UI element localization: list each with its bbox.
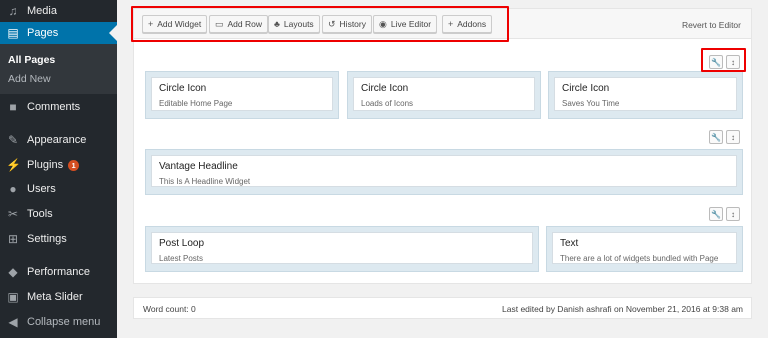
menu-pages-label: Pages bbox=[27, 27, 59, 39]
widget-title: Vantage Headline bbox=[159, 161, 238, 172]
widget-description: Saves You Time bbox=[562, 99, 620, 108]
move-icon[interactable]: ↕ bbox=[726, 130, 740, 144]
row-2-tools: 🔧 ↕ bbox=[709, 130, 740, 144]
row-1-cell-1: Circle Icon Editable Home Page bbox=[145, 71, 339, 119]
widget-title: Circle Icon bbox=[562, 83, 610, 94]
status-bar: Word count: 0 Last edited by Danish ashr… bbox=[133, 297, 752, 319]
widget-title: Circle Icon bbox=[159, 83, 207, 94]
settings-icon: ⊞ bbox=[7, 232, 19, 246]
media-icon: ♫ bbox=[8, 4, 18, 18]
widget-post-loop[interactable]: Post Loop Latest Posts bbox=[151, 232, 533, 264]
menu-meta-slider[interactable]: ▣ Meta Slider bbox=[0, 286, 117, 308]
menu-pages[interactable]: ▤ Pages bbox=[0, 22, 117, 44]
tools-icon: ✂ bbox=[7, 207, 19, 221]
menu-plugins[interactable]: ⚡ Plugins 1 bbox=[0, 154, 117, 176]
revert-to-editor-link[interactable]: Revert to Editor bbox=[682, 20, 741, 30]
word-count: Word count: 0 bbox=[143, 304, 196, 314]
wrench-icon[interactable]: 🔧 bbox=[709, 207, 723, 221]
meta-slider-icon: ▣ bbox=[7, 290, 19, 304]
appearance-icon: ✎ bbox=[7, 133, 19, 147]
row-3-cell-2: Text There are a lot of widgets bundled … bbox=[546, 226, 743, 272]
plugins-icon: ⚡ bbox=[6, 158, 21, 172]
widget-description: Loads of Icons bbox=[361, 99, 414, 108]
pages-icon: ▤ bbox=[7, 26, 19, 40]
admin-sidebar: ♫ Media ▤ Pages All Pages Add New ■ Comm… bbox=[0, 0, 117, 338]
wrench-icon[interactable]: 🔧 bbox=[709, 130, 723, 144]
widget-text[interactable]: Text There are a lot of widgets bundled … bbox=[552, 232, 737, 264]
menu-users-label: Users bbox=[27, 183, 56, 195]
menu-media[interactable]: ♫ Media bbox=[0, 0, 117, 22]
row-2-cell-1: Vantage Headline This Is A Headline Widg… bbox=[145, 149, 743, 195]
plugins-update-badge: 1 bbox=[68, 159, 80, 171]
last-edited: Last edited by Danish ashrafi on Novembe… bbox=[502, 304, 743, 314]
menu-collapse-label: Collapse menu bbox=[27, 316, 101, 328]
menu-users[interactable]: ● Users bbox=[0, 178, 117, 200]
row-tools-highlight bbox=[701, 48, 746, 72]
menu-tools-label: Tools bbox=[27, 208, 53, 220]
widget-circle-icon-1[interactable]: Circle Icon Editable Home Page bbox=[151, 77, 333, 111]
menu-tools[interactable]: ✂ Tools bbox=[0, 203, 117, 225]
row-1-cell-2: Circle Icon Loads of Icons bbox=[347, 71, 541, 119]
widget-description: There are a lot of widgets bundled with … bbox=[560, 254, 719, 263]
row-3-cell-1: Post Loop Latest Posts bbox=[145, 226, 539, 272]
widget-title: Text bbox=[560, 238, 579, 249]
page-builder: + Add Widget ▭ Add Row ♣ Layouts ↺ Histo… bbox=[133, 8, 752, 284]
performance-icon: ◆ bbox=[8, 265, 18, 279]
row-1-cell-3: Circle Icon Saves You Time bbox=[548, 71, 743, 119]
menu-comments[interactable]: ■ Comments bbox=[0, 96, 117, 118]
comments-icon: ■ bbox=[9, 100, 17, 114]
collapse-icon: ◀ bbox=[8, 315, 18, 329]
pages-submenu: All Pages Add New bbox=[0, 44, 117, 94]
menu-collapse[interactable]: ◀ Collapse menu bbox=[0, 311, 117, 333]
widget-title: Circle Icon bbox=[361, 83, 409, 94]
menu-appearance-label: Appearance bbox=[27, 134, 87, 146]
users-icon: ● bbox=[9, 182, 17, 196]
menu-settings[interactable]: ⊞ Settings bbox=[0, 228, 117, 250]
widget-circle-icon-3[interactable]: Circle Icon Saves You Time bbox=[554, 77, 737, 111]
move-icon[interactable]: ↕ bbox=[726, 207, 740, 221]
menu-media-label: Media bbox=[27, 5, 57, 17]
menu-appearance[interactable]: ✎ Appearance bbox=[0, 129, 117, 151]
menu-plugins-label: Plugins bbox=[27, 159, 64, 171]
widget-description: Latest Posts bbox=[159, 254, 204, 263]
widget-description: This Is A Headline Widget bbox=[159, 177, 251, 186]
menu-performance-label: Performance bbox=[27, 266, 90, 278]
submenu-all-pages[interactable]: All Pages bbox=[8, 54, 55, 66]
toolbar-highlight bbox=[131, 6, 509, 42]
menu-performance[interactable]: ◆ Performance bbox=[0, 261, 117, 283]
menu-meta-slider-label: Meta Slider bbox=[27, 291, 83, 303]
widget-vantage-headline[interactable]: Vantage Headline This Is A Headline Widg… bbox=[151, 155, 737, 187]
menu-comments-label: Comments bbox=[27, 101, 81, 113]
submenu-add-new[interactable]: Add New bbox=[8, 73, 51, 85]
widget-description: Editable Home Page bbox=[159, 99, 233, 108]
widget-title: Post Loop bbox=[159, 238, 205, 249]
widget-circle-icon-2[interactable]: Circle Icon Loads of Icons bbox=[353, 77, 535, 111]
row-3-tools: 🔧 ↕ bbox=[709, 207, 740, 221]
menu-settings-label: Settings bbox=[27, 233, 67, 245]
